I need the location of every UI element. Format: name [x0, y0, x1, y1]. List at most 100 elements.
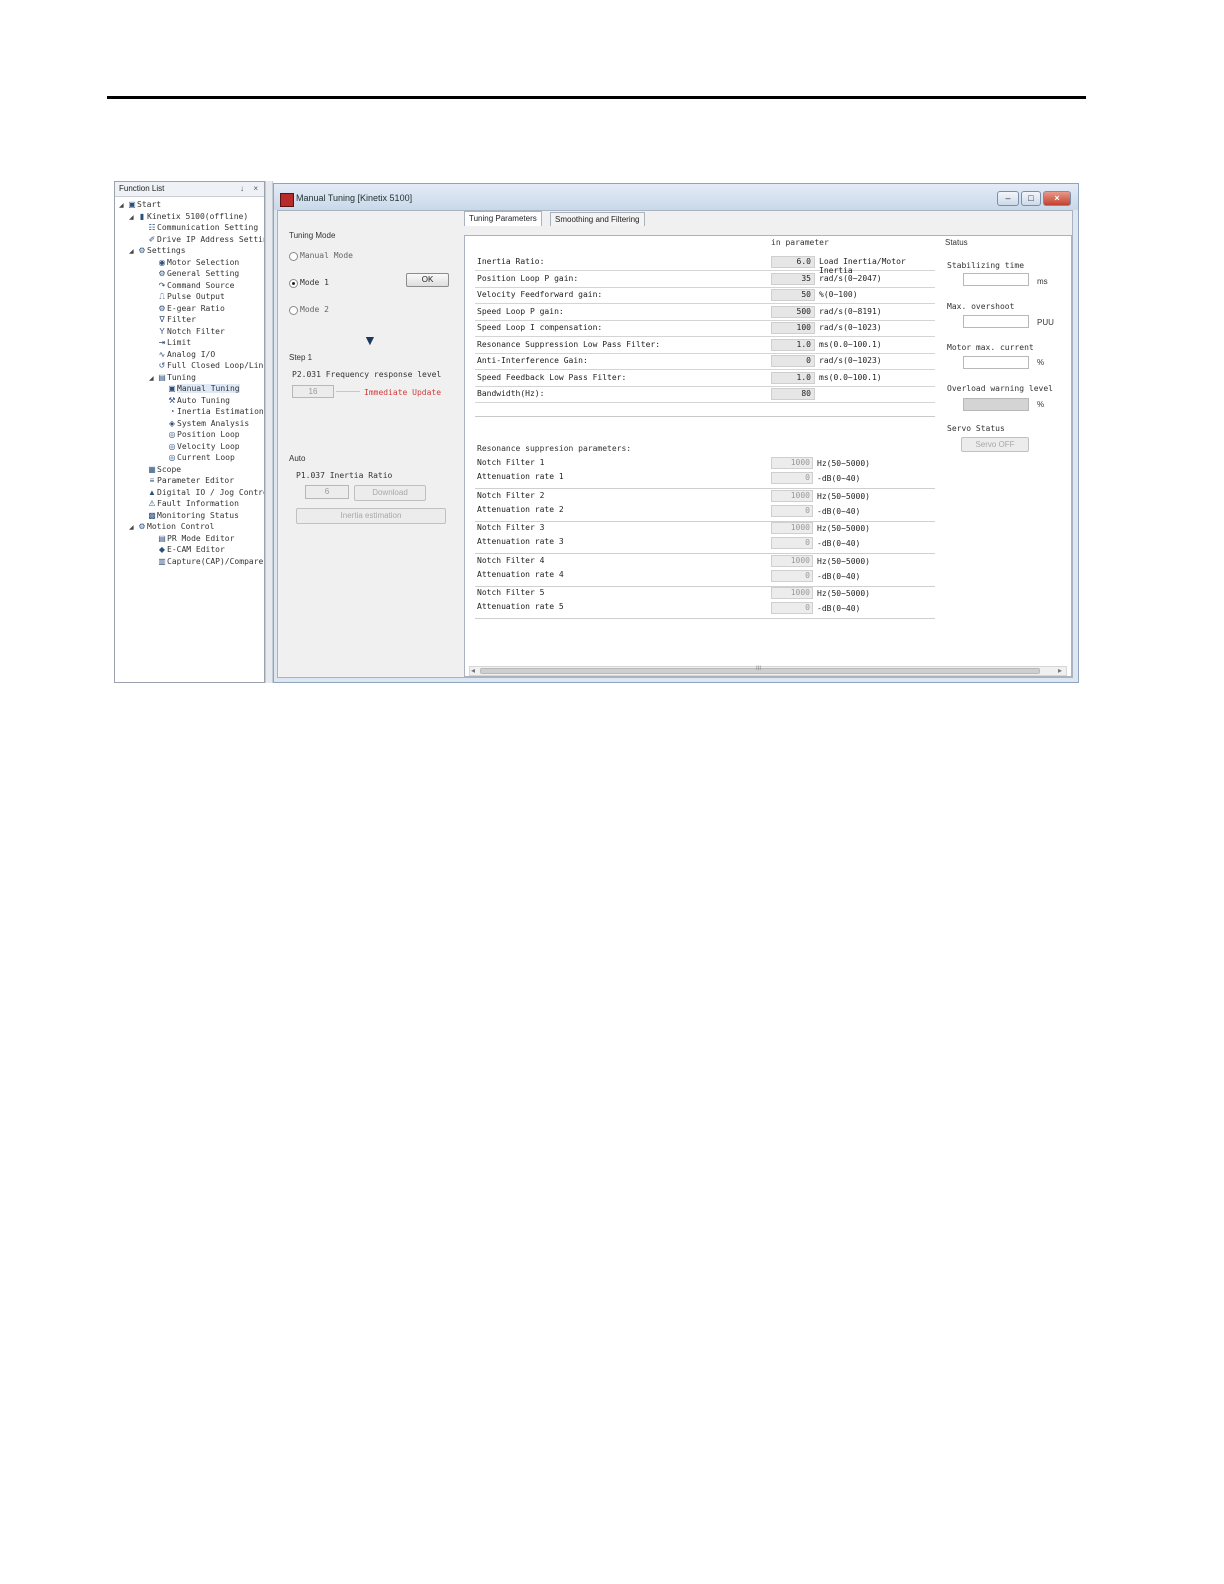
tree-item[interactable]: ▦Scope	[139, 465, 181, 475]
parameter-value[interactable]: 1.0	[771, 338, 815, 351]
tree-item[interactable]: ◉ Motor Selection	[149, 258, 240, 268]
tree-item[interactable]: ▲Digital IO / Jog Control	[139, 488, 264, 498]
tree-item[interactable]: ◢ ⚙Motion Control	[129, 522, 214, 532]
notch-frequency-field[interactable]: 1000	[771, 587, 813, 599]
inertia-ratio-input[interactable]: 6	[305, 485, 349, 499]
parameter-value[interactable]: 100	[771, 322, 815, 334]
notch-filter-label: Notch Filter 1	[477, 458, 545, 467]
tree-item[interactable]: ◎ Current Loop	[159, 453, 235, 463]
attenuation-field[interactable]: 0	[771, 602, 813, 614]
percent-unit-2: %	[1037, 400, 1045, 409]
parameter-unit: rad/s(0~1023)	[819, 356, 882, 365]
parameter-value[interactable]: 6.0	[771, 256, 815, 268]
tree-item[interactable]: ◢ ▤Tuning	[149, 373, 196, 383]
ok-button[interactable]: OK	[406, 273, 449, 287]
expand-toggle-icon[interactable]: ◢	[119, 201, 127, 211]
tree-item[interactable]: ▩Monitoring Status	[139, 511, 239, 521]
tree-item-label: Capture(CAP)/Compare	[167, 556, 264, 566]
attenuation-field[interactable]: 0	[771, 504, 813, 517]
scroll-left-icon[interactable]: ◂	[471, 666, 475, 675]
notch-filter-row: Notch Filter 1 Attenuation rate 1 1000 0 Hz(…	[475, 456, 935, 489]
tree-item[interactable]: ↺Full Closed Loop/Linear	[149, 361, 264, 371]
servo-off-indicator: Servo OFF	[961, 437, 1029, 452]
tree-item[interactable]: ◎ Position Loop	[159, 430, 240, 440]
frequency-unit: Hz(50~5000)	[817, 556, 870, 566]
parameter-value[interactable]: 50	[771, 289, 815, 301]
tree-item[interactable]: ◎ Velocity Loop	[159, 442, 240, 452]
tree-item[interactable]: ↷ Command Source	[149, 281, 235, 291]
pin-icon[interactable]: ↓	[240, 182, 244, 196]
manual-mode-label: Manual Mode	[300, 251, 353, 260]
attenuation-unit: -dB(0~40)	[817, 539, 861, 548]
parameter-value[interactable]: 1.0	[771, 371, 815, 384]
expand-toggle-icon[interactable]: ◢	[129, 213, 137, 223]
tab-tuning-parameters[interactable]: Tuning Parameters	[464, 211, 542, 226]
frequency-unit: Hz(50~5000)	[817, 491, 870, 501]
page-top-rule	[107, 96, 1086, 99]
auto-section-label: Auto	[289, 454, 306, 463]
panel-splitter[interactable]	[265, 181, 273, 683]
tree-item[interactable]: ▣Manual Tuning	[159, 384, 240, 394]
tree-item[interactable]: ◈ System Analysis	[159, 419, 249, 429]
expand-toggle-icon[interactable]: ◢	[149, 374, 157, 384]
tree-item[interactable]: ☷Communication Setting	[139, 223, 258, 233]
tree-item[interactable]: ⚒Auto Tuning	[159, 396, 230, 406]
parameter-value[interactable]: 500	[771, 305, 815, 318]
mode-1-radio[interactable]	[289, 279, 298, 288]
tree-item[interactable]: ◢ ⚙Settings	[129, 246, 186, 256]
expand-toggle-icon[interactable]: ◢	[129, 247, 137, 257]
tree-item[interactable]: ∿ Analog I/O	[149, 350, 216, 360]
parameter-unit: %(0~100)	[819, 290, 858, 299]
attenuation-field[interactable]: 0	[771, 472, 813, 484]
tree-item[interactable]: ▤PR Mode Editor	[149, 534, 234, 544]
attenuation-field[interactable]: 0	[771, 569, 813, 582]
tree-item[interactable]: ✐ Drive IP Address Setting	[139, 235, 264, 245]
notch-frequency-field[interactable]: 1000	[771, 489, 813, 502]
minimize-button[interactable]: –	[997, 191, 1019, 206]
tree-item[interactable]: ⚠Fault Information	[139, 499, 238, 509]
parameter-row: Velocity Feedforward gain: 50 %(0~100)	[475, 287, 935, 304]
inertia-estimation-button[interactable]: Inertia estimation	[296, 508, 446, 524]
motor-max-current-field	[963, 356, 1029, 369]
tree-item[interactable]: Υ Notch Filter	[149, 327, 224, 337]
attenuation-field[interactable]: 0	[771, 537, 813, 549]
frequency-response-input[interactable]: 16	[292, 385, 334, 398]
maximize-button[interactable]: □	[1021, 191, 1041, 206]
parameter-unit: rad/s(0~2047)	[819, 273, 882, 283]
filter-icon: ∇	[159, 315, 165, 324]
tree-item[interactable]: ◆ E-CAM Editor	[149, 545, 225, 555]
window-close-button[interactable]: ×	[1043, 191, 1071, 206]
parameter-value[interactable]: 35	[771, 272, 815, 285]
download-button[interactable]: Download	[354, 485, 426, 501]
tree-item[interactable]: ◔ Inertia Estimation	[159, 407, 264, 417]
tree-item-label: Filter	[167, 315, 196, 324]
tree-item[interactable]: ⚙E-gear Ratio	[149, 304, 224, 314]
tree-item[interactable]: ◢ ▮ Kinetix 5100(offline)	[129, 212, 248, 222]
tree-item[interactable]: ⇥ Limit	[149, 338, 191, 348]
manual-mode-radio[interactable]	[289, 252, 298, 261]
parameter-value[interactable]: 0	[771, 355, 815, 367]
scroll-right-icon[interactable]: ▸	[1058, 666, 1062, 675]
tab-smoothing-filtering[interactable]: Smoothing and Filtering	[550, 212, 645, 226]
tree-item-label: Velocity Loop	[177, 441, 240, 451]
frequency-slider-track[interactable]	[336, 391, 360, 392]
notch-frequency-field[interactable]: 1000	[771, 457, 813, 469]
tree-item[interactable]: ▥Capture(CAP)/Compare	[149, 557, 263, 567]
notch-frequency-field[interactable]: 1000	[771, 554, 813, 567]
tree-item[interactable]: ⎍ Pulse Output	[149, 292, 225, 302]
inertia-ratio-label: P1.037 Inertia Ratio	[296, 471, 393, 480]
tree-item[interactable]: ≡ Parameter Editor	[139, 476, 234, 486]
parameter-value[interactable]: 80	[771, 388, 815, 400]
window-titlebar[interactable]: Manual Tuning [Kinetix 5100] – □ ×	[274, 184, 1078, 210]
scrollbar-thumb[interactable]: III	[480, 666, 1040, 674]
tree-item[interactable]: ⚙General Setting	[149, 269, 239, 279]
tree-item[interactable]: ∇ Filter	[149, 315, 196, 325]
expand-toggle-icon[interactable]: ◢	[129, 523, 137, 533]
parameter-label: Inertia Ratio:	[477, 257, 545, 266]
notch-frequency-field[interactable]: 1000	[771, 522, 813, 534]
tree-item[interactable]: ◢ ▣Start	[119, 200, 161, 210]
mode-2-radio[interactable]	[289, 306, 298, 315]
horizontal-scrollbar[interactable]: ◂ III ▸	[469, 666, 1067, 676]
tree-item-label: Motion Control	[147, 522, 215, 531]
close-icon[interactable]: ×	[253, 182, 258, 196]
